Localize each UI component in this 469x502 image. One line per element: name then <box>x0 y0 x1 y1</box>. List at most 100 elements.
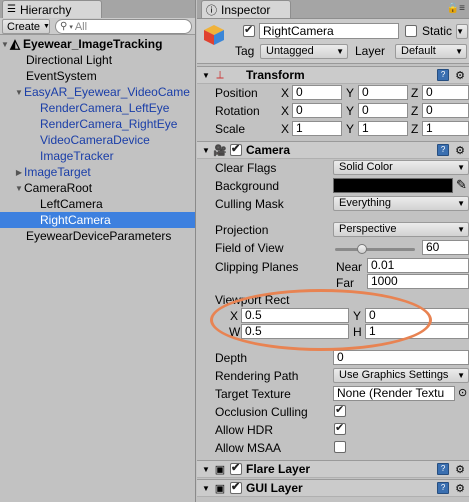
fov-slider-track[interactable] <box>335 248 415 251</box>
background-color-swatch[interactable] <box>333 178 453 193</box>
rotation-x-field[interactable]: 0 <box>292 103 342 118</box>
lock-icon[interactable]: 🔒≡ <box>447 3 465 14</box>
clear-flags-dropdown[interactable]: Solid Color ▼ <box>333 160 469 175</box>
gui-layer-component-header[interactable]: ▼ ▣ GUI Layer ? ⚙ <box>197 479 469 497</box>
scale-z-field[interactable]: 1 <box>422 121 469 136</box>
list-item[interactable]: EyewearDeviceParameters <box>0 228 195 244</box>
allow-msaa-checkbox[interactable] <box>334 441 346 453</box>
rotation-z-field[interactable]: 0 <box>422 103 469 118</box>
rendering-path-value: Use Graphics Settings <box>339 369 449 381</box>
search-input[interactable]: ⚲ ▾ All <box>55 19 192 34</box>
static-checkbox[interactable] <box>405 25 417 37</box>
camera-component-header[interactable]: ▼ 🎥 Camera ? ⚙ <box>197 141 469 159</box>
object-header: RightCamera Static ▼ Tag Untagged ▼ Laye… <box>197 19 469 64</box>
allow-hdr-checkbox[interactable] <box>334 421 346 435</box>
list-item[interactable]: EventSystem <box>0 68 195 84</box>
list-item[interactable]: ImageTracker <box>0 148 195 164</box>
gui-layer-checkbox[interactable] <box>230 480 242 494</box>
eyedropper-icon[interactable]: ✎ <box>456 177 467 193</box>
viewport-rect-label: Viewport Rect <box>215 293 290 307</box>
list-item[interactable]: ▼ EasyAR_Eyewear_VideoCame <box>0 84 195 100</box>
gear-icon[interactable]: ⚙ <box>455 144 465 157</box>
target-texture-field[interactable]: None (Render Textu <box>333 386 455 401</box>
static-dropdown[interactable]: ▼ <box>456 24 468 39</box>
fov-value-field[interactable]: 60 <box>422 240 469 255</box>
help-book-icon[interactable]: ? <box>437 69 450 81</box>
occlusion-culling-label: Occlusion Culling <box>215 405 308 419</box>
position-x-field[interactable]: 0 <box>292 85 342 100</box>
near-field[interactable]: 0.01 <box>367 258 469 273</box>
position-y-field[interactable]: 0 <box>358 85 408 100</box>
tag-dropdown[interactable]: Untagged ▼ <box>260 44 348 59</box>
help-book-icon[interactable]: ? <box>437 463 450 475</box>
scale-y-field[interactable]: 1 <box>358 121 408 136</box>
flare-layer-checkbox[interactable] <box>230 461 242 475</box>
list-item[interactable]: VideoCameraDevice <box>0 132 195 148</box>
info-icon: ⓘ <box>206 4 217 17</box>
fov-slider-thumb[interactable] <box>357 244 367 254</box>
tab-inspector[interactable]: ⓘ Inspector <box>201 0 291 18</box>
allow-msaa-label: Allow MSAA <box>215 441 282 455</box>
axis-y-label: Y <box>346 86 355 100</box>
fold-open-icon: ▼ <box>202 464 210 474</box>
list-item[interactable]: ▼ CameraRoot <box>0 180 195 196</box>
chevron-down-icon: ▼ <box>456 27 464 36</box>
tab-hierarchy[interactable]: ☰ Hierarchy <box>2 0 102 18</box>
scene-row[interactable]: ▼ ◭ Eyewear_ImageTracking <box>0 36 195 52</box>
help-book-icon[interactable]: ? <box>437 482 450 494</box>
list-item[interactable]: Directional Light <box>0 52 195 68</box>
static-label: Static <box>422 24 453 38</box>
rendering-path-dropdown[interactable]: Use Graphics Settings ▼ <box>333 368 469 383</box>
projection-dropdown[interactable]: Perspective ▼ <box>333 222 469 237</box>
tab-inspector-label: Inspector <box>221 2 271 17</box>
list-item-selected[interactable]: RightCamera <box>0 212 195 228</box>
near-label: Near <box>336 260 363 274</box>
list-item-label: RenderCamera_RightEye <box>40 117 178 131</box>
list-item[interactable]: LeftCamera <box>0 196 195 212</box>
viewport-w-field[interactable]: 0.5 <box>241 324 349 339</box>
viewport-x-field[interactable]: 0.5 <box>241 308 349 323</box>
axis-z-label: Z <box>411 122 419 136</box>
hierarchy-toolbar: Create ▼ ⚲ ▾ All <box>0 18 195 35</box>
depth-field[interactable]: 0 <box>333 350 469 365</box>
transform-component-header[interactable]: ▼ ⟂ Transform ? ⚙ <box>197 66 469 84</box>
camera-enabled-checkbox[interactable] <box>230 142 242 156</box>
list-item-label: ImageTarget <box>24 165 91 179</box>
list-item[interactable]: RenderCamera_LeftEye <box>0 100 195 116</box>
viewport-h-field[interactable]: 1 <box>365 324 469 339</box>
flare-layer-component-header[interactable]: ▼ ▣ Flare Layer ? ⚙ <box>197 460 469 478</box>
gear-icon[interactable]: ⚙ <box>455 69 465 82</box>
flare-layer-title: Flare Layer <box>246 462 311 476</box>
unity-scene-icon: ◭ <box>10 36 20 51</box>
gear-icon[interactable]: ⚙ <box>455 463 465 476</box>
camera-title: Camera <box>246 143 291 157</box>
list-item-label: EventSystem <box>26 69 97 83</box>
viewport-y-field[interactable]: 0 <box>365 308 469 323</box>
inspector-panel: ⓘ Inspector 🔒≡ RightCamera Static ▼ Tag … <box>197 0 469 502</box>
list-item[interactable]: ▶ ImageTarget <box>0 164 195 180</box>
rotation-y-field[interactable]: 0 <box>358 103 408 118</box>
far-field[interactable]: 1000 <box>367 274 469 289</box>
list-item-label: ImageTracker <box>40 149 114 163</box>
occlusion-culling-checkbox[interactable] <box>334 403 346 417</box>
list-item-label: VideoCameraDevice <box>40 133 150 147</box>
culling-mask-dropdown[interactable]: Everything ▼ <box>333 196 469 211</box>
layer-dropdown[interactable]: Default ▼ <box>395 44 467 59</box>
help-book-icon[interactable]: ? <box>437 144 450 156</box>
transform-axes-icon: ⟂ <box>216 68 224 81</box>
object-picker-icon[interactable]: ⊙ <box>458 386 467 399</box>
chevron-down-icon: ▼ <box>457 371 465 380</box>
scale-x-field[interactable]: 1 <box>292 121 342 136</box>
gui-layer-icon: ▣ <box>214 482 226 495</box>
gear-icon[interactable]: ⚙ <box>455 482 465 495</box>
layer-value: Default <box>401 45 436 57</box>
clear-flags-value: Solid Color <box>339 161 393 173</box>
object-name-field[interactable]: RightCamera <box>259 23 399 39</box>
position-z-field[interactable]: 0 <box>422 85 469 100</box>
list-item[interactable]: RenderCamera_RightEye <box>0 116 195 132</box>
viewport-y-label: Y <box>353 309 362 323</box>
active-checkbox[interactable] <box>243 23 255 37</box>
far-label: Far <box>336 276 354 290</box>
create-button[interactable]: Create ▼ <box>2 19 50 34</box>
fold-open-icon: ▼ <box>15 87 23 97</box>
